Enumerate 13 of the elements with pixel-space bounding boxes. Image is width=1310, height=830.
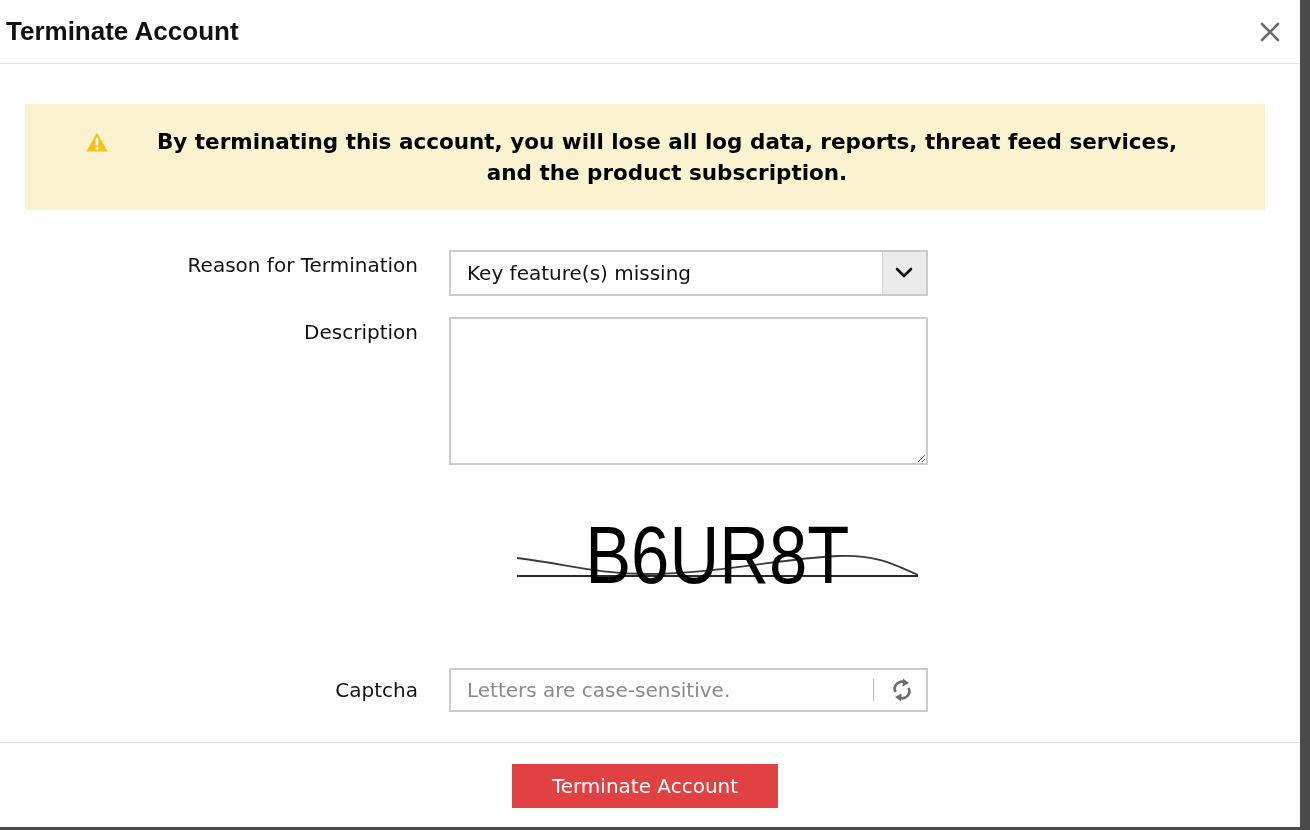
field-label: Captcha: [334, 677, 418, 704]
refresh-icon[interactable]: [891, 677, 913, 703]
dialog-title: Terminate Account: [6, 16, 239, 47]
warning-message: By terminating this account, you will lose all log data, reports, threat feed services, and the product subscription.: [155, 128, 1179, 187]
chevron-down-icon[interactable]: [882, 252, 926, 294]
warning-icon: [86, 132, 108, 152]
terminate-account-button[interactable]: Terminate Account: [512, 764, 778, 808]
field-label: Description: [303, 319, 418, 346]
close-icon[interactable]: [1260, 21, 1280, 42]
description-field[interactable]: [449, 317, 928, 465]
field-label: Reason for Termination: [186, 252, 418, 279]
reason-dropdown[interactable]: Key feature(s) missing: [449, 250, 928, 296]
captcha-input[interactable]: Letters are case-sensitive.: [449, 668, 928, 712]
